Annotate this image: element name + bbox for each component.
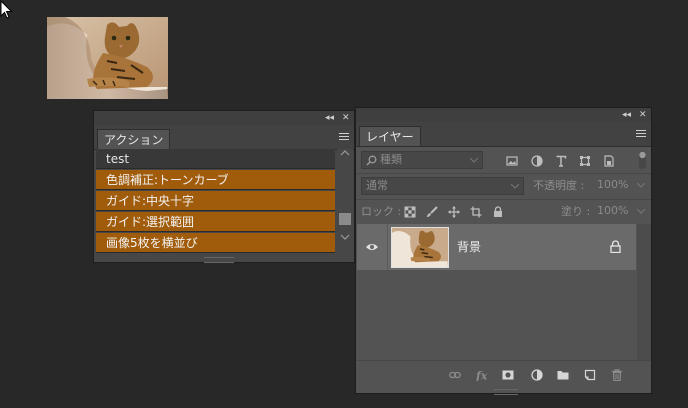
layers-footer-toolbar: fx (357, 360, 650, 389)
filter-value: 種類 (380, 153, 402, 166)
layer-thumbnail-image (392, 228, 448, 267)
action-tone-curve[interactable]: 色調補正:トーンカーブ (96, 170, 335, 190)
new-layer-icon[interactable] (584, 369, 596, 381)
layer-filter-dropdown[interactable]: 種類 (361, 151, 483, 169)
blend-mode-dropdown[interactable]: 通常 (361, 177, 524, 195)
search-icon (366, 155, 377, 166)
layers-tabstrip: レイヤー (356, 122, 651, 147)
lock-all-icon[interactable] (492, 206, 504, 218)
chevron-down-icon (470, 158, 478, 163)
layer-thumbnail[interactable] (391, 227, 449, 268)
resize-grip[interactable] (204, 257, 234, 263)
layer-filter-row: 種類 (356, 147, 651, 174)
panel-menu-icon[interactable] (339, 133, 349, 141)
blend-opacity-row: 通常 不透明度 : 100% (356, 173, 651, 200)
close-icon[interactable]: ✕ (342, 112, 350, 124)
chevron-down-icon (637, 209, 645, 214)
lock-transparent-pixels-icon[interactable] (404, 206, 416, 218)
filter-toggle-switch[interactable] (638, 151, 647, 169)
layers-panel-titlebar[interactable]: ◂◂ ✕ (356, 108, 651, 122)
layer-divider (387, 224, 388, 270)
close-icon[interactable]: ✕ (639, 109, 647, 121)
new-adjustment-layer-icon[interactable] (531, 369, 543, 381)
scrollbar-graphic (339, 150, 351, 240)
actions-panel: ◂◂ ✕ アクション test 色調補正:トーンカーブ ガイド:中央十字 ガイド… (93, 110, 355, 263)
svg-text:fx: fx (475, 370, 488, 382)
opacity-label: 不透明度 : (533, 179, 585, 192)
resize-grip[interactable] (494, 389, 518, 395)
lock-label: ロック : (361, 205, 402, 218)
action-guide-selection[interactable]: ガイド:選択範囲 (96, 212, 335, 232)
smart-object-filter-icon[interactable] (603, 155, 615, 167)
chevron-down-icon (511, 184, 519, 189)
tab-actions[interactable]: アクション (97, 129, 171, 149)
layer-name[interactable]: 背景 (457, 238, 481, 255)
mouse-cursor-icon (0, 0, 13, 19)
action-set-test[interactable]: test (96, 149, 335, 169)
shape-layer-filter-icon[interactable] (579, 155, 591, 167)
new-group-folder-icon[interactable] (557, 369, 569, 381)
fill-value: 100% (597, 204, 629, 217)
actions-list: test 色調補正:トーンカーブ ガイド:中央十字 ガイド:選択範囲 画像5枚を… (96, 149, 335, 254)
chevron-down-icon (637, 183, 645, 188)
layer-style-fx-icon[interactable]: fx (475, 369, 489, 382)
actions-panel-titlebar[interactable]: ◂◂ ✕ (94, 111, 354, 125)
layer-row-background[interactable]: 背景 (357, 224, 636, 270)
layers-panel: ◂◂ ✕ レイヤー 種類 通常 不透明度: 100% ロック: 塗り: 1… (355, 107, 652, 395)
action-guide-center-cross[interactable]: ガイド:中央十字 (96, 191, 335, 211)
actions-scrollbar[interactable] (337, 149, 353, 257)
delete-layer-trash-icon[interactable] (611, 369, 623, 381)
panel-menu-icon[interactable] (636, 130, 646, 138)
fill-input[interactable]: 100% (593, 203, 648, 221)
cat-photo-image (47, 17, 168, 99)
opacity-value: 100% (597, 178, 629, 191)
layer-lock-icon[interactable] (610, 240, 621, 253)
action-five-images-horizontal[interactable]: 画像5枚を横並び (96, 233, 335, 253)
lock-image-pixels-brush-icon[interactable] (426, 206, 438, 218)
link-layers-icon[interactable] (449, 369, 461, 381)
add-layer-mask-icon[interactable] (502, 369, 514, 381)
opacity-input[interactable]: 100% (593, 177, 648, 195)
scroll-thumb (339, 213, 351, 225)
scroll-up-icon (340, 150, 350, 156)
scroll-down-icon (340, 234, 350, 240)
blend-mode-value: 通常 (366, 179, 388, 192)
eye-visibility-icon[interactable] (365, 242, 379, 252)
lock-position-move-icon[interactable] (448, 206, 460, 218)
adjustment-layer-filter-icon[interactable] (531, 155, 543, 167)
tab-layers[interactable]: レイヤー (359, 126, 421, 146)
collapse-panel-icon[interactable]: ◂◂ (622, 109, 631, 121)
lock-fill-row: ロック : 塗り : 100% (356, 199, 651, 225)
document-canvas-cat-photo[interactable] (47, 17, 168, 99)
actions-tabstrip: アクション (94, 125, 354, 150)
lock-artboard-crop-icon[interactable] (470, 206, 482, 218)
layers-scrollbar[interactable] (637, 224, 651, 360)
type-layer-filter-icon[interactable] (555, 155, 567, 167)
collapse-panel-icon[interactable]: ◂◂ (325, 112, 334, 124)
fill-label: 塗り : (561, 205, 591, 218)
pixel-layer-filter-icon[interactable] (506, 155, 518, 167)
